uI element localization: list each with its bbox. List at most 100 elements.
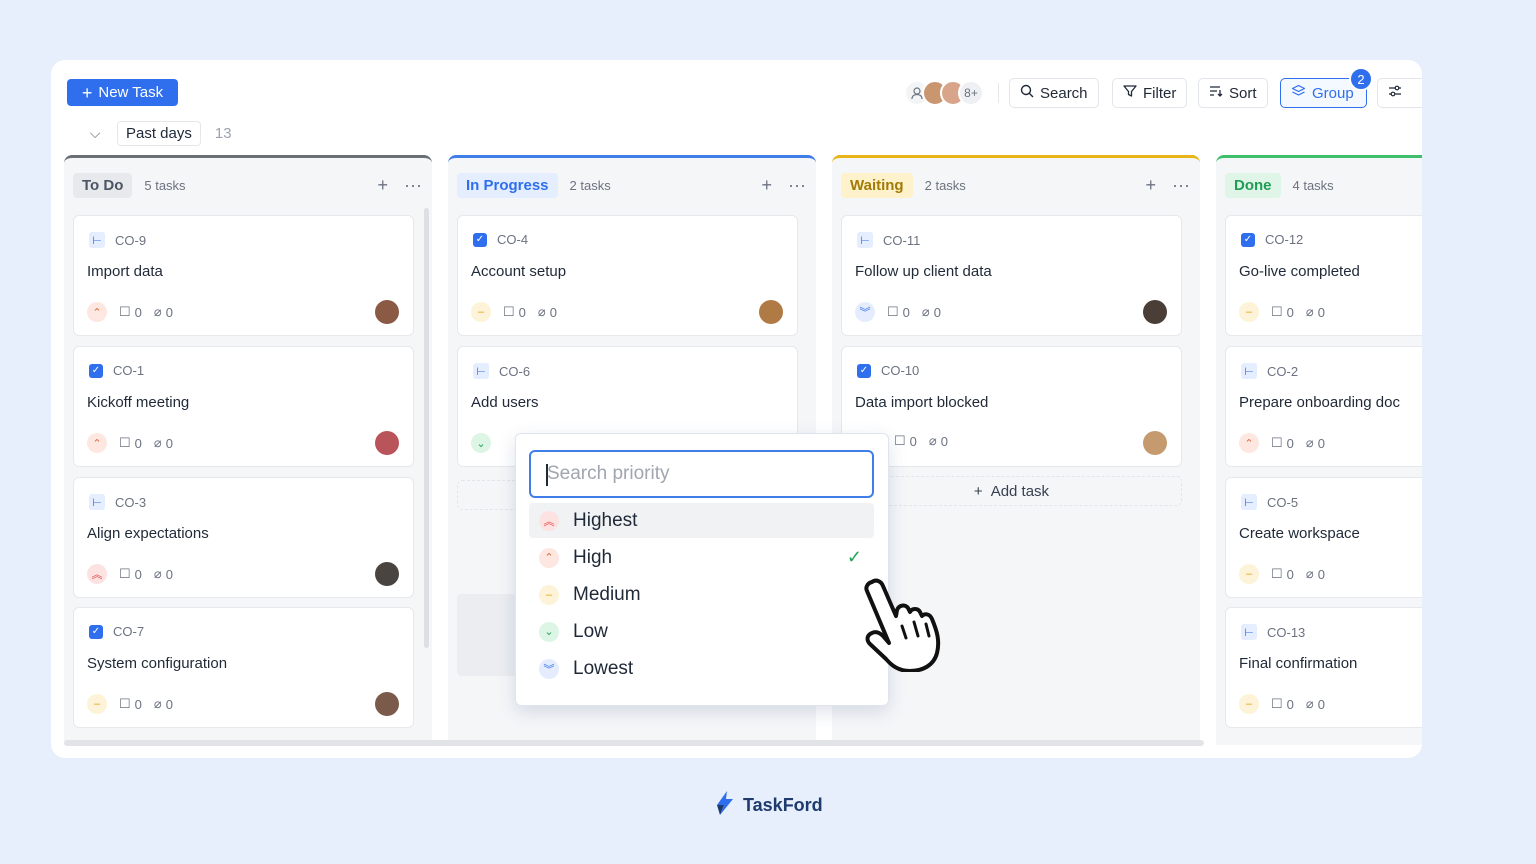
column-title: Waiting: [841, 172, 913, 198]
column-task-count: 2 tasks: [924, 177, 966, 193]
comment-icon: ☐: [119, 566, 131, 581]
more-icon[interactable]: ···: [1172, 175, 1190, 196]
task-title: Prepare onboarding doc: [1239, 394, 1400, 411]
double-chevron-up-icon: ︽: [539, 510, 559, 531]
priority-high-icon[interactable]: ⌃: [87, 302, 107, 322]
subtask-icon: ⊢: [89, 494, 105, 510]
group-header-row[interactable]: ⌵ Past days 13: [87, 120, 232, 146]
new-task-label: New Task: [98, 84, 164, 101]
add-task-button[interactable]: + Add task: [841, 476, 1182, 506]
paperclip-icon: ⌀: [153, 435, 162, 450]
sliders-icon: [1388, 84, 1402, 102]
task-card[interactable]: ⊢ CO-9 Import data ⌃ ☐ 0 ⌀ 0: [73, 215, 414, 336]
add-icon[interactable]: +: [1146, 175, 1157, 196]
layers-icon: [1291, 84, 1306, 103]
task-title: Final confirmation: [1239, 655, 1358, 672]
task-id: CO-5: [1267, 494, 1299, 510]
option-label: High: [573, 546, 613, 568]
more-icon[interactable]: ···: [788, 175, 806, 196]
brand-logo: TaskFord: [713, 790, 823, 821]
priority-search-input[interactable]: [529, 450, 874, 498]
chevron-down-icon: ⌄: [539, 621, 559, 642]
task-id: CO-6: [499, 363, 531, 379]
checkmark-icon: ✓: [846, 547, 862, 567]
task-card[interactable]: ⊢ CO-3 Align expectations ︽ ☐ 0 ⌀ 0: [73, 477, 414, 598]
column-header: To Do 5 tasks + ···: [73, 172, 422, 198]
attachment-count: 0: [165, 435, 173, 451]
avatar[interactable]: [375, 562, 399, 586]
priority-medium-icon[interactable]: –: [1239, 302, 1259, 322]
priority-high-icon[interactable]: ⌃: [1239, 433, 1259, 453]
avatar[interactable]: [375, 431, 399, 455]
group-label: Group: [1312, 84, 1354, 102]
paperclip-icon: ⌀: [1305, 435, 1314, 450]
paperclip-icon: ⌀: [153, 566, 162, 581]
priority-lowest-icon[interactable]: ︾: [855, 302, 875, 322]
horizontal-scrollbar[interactable]: [64, 740, 1204, 746]
task-card[interactable]: ✓ CO-4 Account setup – ☐ 0 ⌀ 0: [457, 215, 798, 336]
task-card[interactable]: ⊢ CO-2 Prepare onboarding doc ⌃ ☐ 0 ⌀ 0: [1225, 346, 1422, 467]
filter-button[interactable]: Filter: [1112, 78, 1188, 108]
priority-medium-icon[interactable]: –: [471, 302, 491, 322]
priority-medium-icon[interactable]: –: [1239, 694, 1259, 714]
priority-medium-icon[interactable]: –: [1239, 564, 1259, 584]
priority-medium-icon[interactable]: –: [87, 694, 107, 714]
new-task-button[interactable]: + New Task: [67, 79, 178, 106]
sort-button[interactable]: Sort: [1198, 78, 1268, 108]
attachment-count: 0: [940, 433, 948, 449]
priority-option-low[interactable]: ⌄ Low: [529, 614, 874, 649]
sort-icon: [1209, 84, 1223, 102]
task-card[interactable]: ✓ CO-12 Go-live completed – ☐ 0 ⌀ 0: [1225, 215, 1422, 336]
add-icon[interactable]: +: [378, 175, 389, 196]
attachment-count: 0: [1317, 566, 1325, 582]
checkbox-icon: ✓: [473, 232, 487, 247]
filter-label: Filter: [1143, 84, 1177, 102]
more-icon[interactable]: ···: [404, 175, 422, 196]
task-card[interactable]: ⊢ CO-11 Follow up client data ︾ ☐ 0 ⌀ 0: [841, 215, 1182, 336]
task-card[interactable]: ✓ CO-1 Kickoff meeting ⌃ ☐ 0 ⌀ 0: [73, 346, 414, 467]
priority-high-icon[interactable]: ⌃: [87, 433, 107, 453]
double-chevron-down-icon: ︾: [539, 658, 559, 679]
column-task-count: 4 tasks: [1292, 177, 1334, 193]
avatar[interactable]: [1143, 431, 1167, 455]
priority-low-icon[interactable]: ⌄: [471, 433, 491, 453]
paperclip-icon: ⌀: [537, 304, 546, 319]
search-button[interactable]: Search: [1009, 78, 1099, 108]
column-scrollbar[interactable]: [424, 208, 429, 648]
comment-icon: ☐: [503, 304, 515, 319]
comment-count: 0: [1286, 435, 1294, 451]
column-header: In Progress 2 tasks + ···: [457, 172, 806, 198]
chevron-up-icon: ⌃: [539, 547, 559, 568]
column-header: Waiting 2 tasks + ···: [841, 172, 1190, 198]
member-avatars[interactable]: 8+: [904, 79, 984, 106]
chevron-down-icon[interactable]: ⌵: [87, 125, 103, 142]
comment-count: 0: [1286, 304, 1294, 320]
priority-option-highest[interactable]: ︽ Highest: [529, 503, 874, 538]
priority-highest-icon[interactable]: ︽: [87, 564, 107, 584]
task-card[interactable]: ⊢ CO-13 Final confirmation – ☐ 0 ⌀ 0: [1225, 607, 1422, 728]
option-label: Highest: [573, 509, 638, 531]
divider: [998, 83, 999, 103]
task-card[interactable]: ✓ CO-10 Data import blocked ☐ 0 ⌀ 0: [841, 346, 1182, 467]
task-card[interactable]: ⊢ CO-5 Create workspace – ☐ 0 ⌀ 0: [1225, 477, 1422, 598]
column-title: To Do: [73, 172, 133, 198]
avatar[interactable]: [759, 300, 783, 324]
avatar[interactable]: [375, 300, 399, 324]
task-title: Import data: [87, 263, 163, 280]
group-count-badge: 2: [1349, 67, 1373, 91]
avatar[interactable]: [1143, 300, 1167, 324]
column-task-count: 5 tasks: [144, 177, 186, 193]
attachment-count: 0: [1317, 435, 1325, 451]
priority-option-lowest[interactable]: ︾ Lowest: [529, 651, 874, 686]
add-icon[interactable]: +: [762, 175, 773, 196]
subtask-icon: ⊢: [1241, 624, 1257, 640]
priority-option-medium[interactable]: – Medium: [529, 577, 874, 612]
settings-button[interactable]: [1377, 78, 1422, 108]
task-card[interactable]: ✓ CO-7 System configuration – ☐ 0 ⌀ 0: [73, 607, 414, 728]
hand-cursor-icon: [858, 574, 953, 677]
comment-count: 0: [1286, 696, 1294, 712]
attachment-count: 0: [1317, 304, 1325, 320]
priority-option-high[interactable]: ⌃ High ✓: [529, 540, 874, 575]
comment-icon: ☐: [1271, 304, 1283, 319]
avatar[interactable]: [375, 692, 399, 716]
